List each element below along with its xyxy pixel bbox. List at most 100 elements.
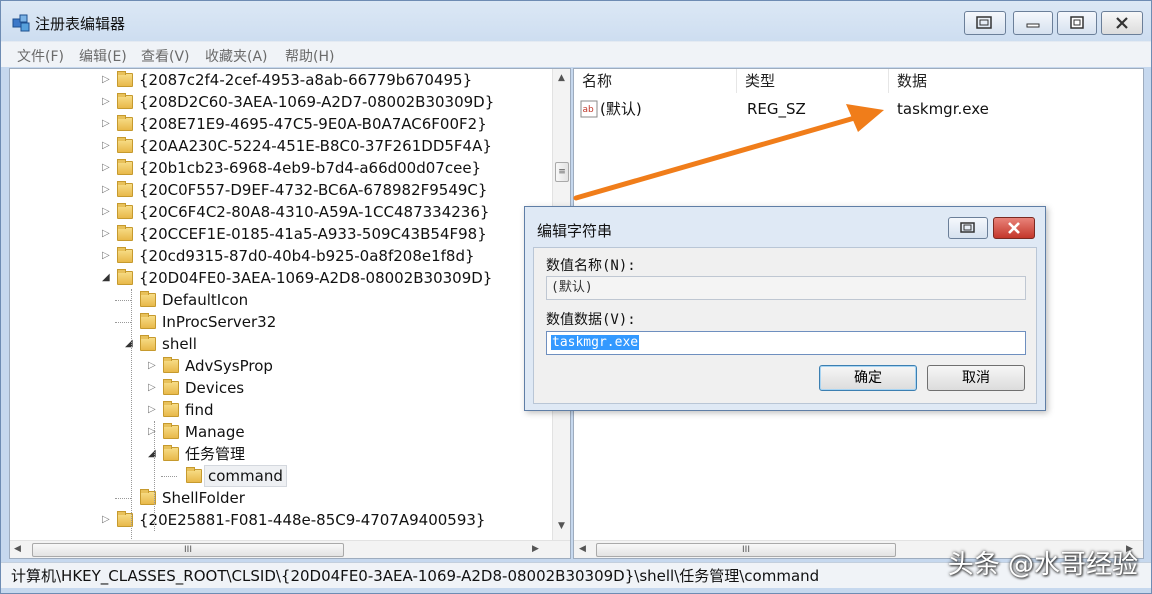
- collapsed-triangle-icon[interactable]: ▷: [148, 404, 158, 416]
- tree-item-label: command: [204, 465, 287, 487]
- tree-item[interactable]: command: [10, 465, 550, 487]
- value-name: (默认): [600, 100, 642, 118]
- tree-connector-line: [115, 498, 131, 499]
- folder-icon: [117, 203, 133, 219]
- tree-connector-line: [115, 322, 131, 323]
- folder-icon: [163, 379, 179, 395]
- maximize-button[interactable]: [1057, 11, 1097, 35]
- tree-item-label: {208E71E9-4695-47C5-9E0A-B0A7AC6F00F2}: [139, 115, 487, 133]
- minimize-button[interactable]: [1013, 11, 1053, 35]
- column-name[interactable]: 名称: [574, 69, 737, 93]
- list-hscroll-thumb[interactable]: III: [596, 543, 896, 557]
- value-data-selection: taskmgr.exe: [551, 335, 640, 350]
- menu-help[interactable]: 帮助(H): [285, 46, 334, 66]
- tree-connector-line: [154, 421, 155, 531]
- collapsed-triangle-icon[interactable]: ▷: [102, 118, 112, 130]
- menu-view[interactable]: 查看(V): [141, 46, 190, 66]
- tree-item[interactable]: ◢ shell: [10, 333, 550, 355]
- tree-item-label: Devices: [185, 379, 245, 397]
- collapsed-triangle-icon[interactable]: ▷: [102, 162, 112, 174]
- edit-string-dialog: 编辑字符串 数值名称(N): (默认) 数值数据(V): taskmgr.exe…: [524, 206, 1046, 411]
- tree-item-label: find: [185, 401, 214, 419]
- collapsed-triangle-icon[interactable]: ▷: [148, 426, 158, 438]
- tree-item[interactable]: ▷ AdvSysProp: [10, 355, 550, 377]
- column-data[interactable]: 数据: [889, 69, 1144, 93]
- scroll-left-arrow-icon[interactable]: ◀: [14, 544, 21, 554]
- folder-icon: [163, 357, 179, 373]
- value-data-label: 数值数据(V):: [546, 312, 636, 328]
- list-scroll-left-arrow-icon[interactable]: ◀: [579, 544, 586, 554]
- tree-item[interactable]: ▷ {20CCEF1E-0185-41a5-A933-509C43B54F98}: [10, 223, 550, 245]
- tree-item[interactable]: ▷ Manage: [10, 421, 550, 443]
- tree-item-label: DefaultIcon: [162, 291, 249, 309]
- dialog-close-button[interactable]: [993, 217, 1035, 239]
- tree-item[interactable]: ▷ {20C0F557-D9EF-4732-BC6A-678982F9549C}: [10, 179, 550, 201]
- expanded-triangle-icon[interactable]: ◢: [102, 272, 112, 284]
- tree-item[interactable]: ▷ {20C6F4C2-80A8-4310-A59A-1CC487334236}: [10, 201, 550, 223]
- tree-connector-line: [115, 300, 131, 301]
- collapsed-triangle-icon[interactable]: ▷: [102, 140, 112, 152]
- tree-item[interactable]: ShellFolder: [10, 487, 550, 509]
- cancel-button[interactable]: 取消: [927, 365, 1025, 391]
- folder-icon: [117, 71, 133, 87]
- tree-item-label: Manage: [185, 423, 245, 441]
- tree-item[interactable]: ▷ {20b1cb23-6968-4eb9-b7d4-a66d00d07cee}: [10, 157, 550, 179]
- folder-icon: [186, 467, 202, 483]
- collapsed-triangle-icon[interactable]: ▷: [102, 206, 112, 218]
- collapsed-triangle-icon[interactable]: ▷: [102, 184, 112, 196]
- value-row-default[interactable]: ab (默认) REG_SZ taskmgr.exe: [580, 97, 1140, 121]
- expanded-triangle-icon[interactable]: ◢: [125, 338, 135, 350]
- menu-edit[interactable]: 编辑(E): [79, 46, 127, 66]
- tree-item[interactable]: InProcServer32: [10, 311, 550, 333]
- collapsed-triangle-icon[interactable]: ▷: [102, 96, 112, 108]
- folder-icon: [117, 181, 133, 197]
- title-bar[interactable]: 注册表编辑器: [1, 1, 1151, 41]
- tree-item[interactable]: ▷ {20E25881-F081-448e-85C9-4707A9400593}: [10, 509, 550, 531]
- svg-text:ab: ab: [583, 105, 595, 115]
- tree-connector-line: [161, 476, 177, 477]
- collapsed-triangle-icon[interactable]: ▷: [102, 74, 112, 86]
- tree-item[interactable]: DefaultIcon: [10, 289, 550, 311]
- tree-item-label: {20D04FE0-3AEA-1069-A2D8-08002B30309D}: [139, 269, 493, 287]
- column-type[interactable]: 类型: [737, 69, 889, 93]
- tree-item[interactable]: ▷ {2087c2f4-2cef-4953-a8ab-66779b670495}: [10, 69, 550, 91]
- value-name-field: (默认): [546, 276, 1026, 300]
- close-button[interactable]: [1101, 11, 1143, 35]
- tree-horizontal-scrollbar[interactable]: ◀ III ▶: [10, 540, 570, 558]
- scroll-up-arrow-icon[interactable]: ▲: [558, 73, 565, 83]
- restore-icon: [976, 16, 992, 29]
- menu-favorites[interactable]: 收藏夹(A): [205, 46, 268, 66]
- tree-vscroll-thumb[interactable]: ≡: [555, 162, 569, 182]
- tree-item[interactable]: ▷ find: [10, 399, 550, 421]
- tree-item-label: {20C6F4C2-80A8-4310-A59A-1CC487334236}: [139, 203, 490, 221]
- dialog-title: 编辑字符串: [537, 222, 613, 240]
- tree-item[interactable]: ◢ 任务管理: [10, 443, 550, 465]
- menu-file[interactable]: 文件(F): [17, 46, 64, 66]
- key-tree-pane[interactable]: ▷ {2087c2f4-2cef-4953-a8ab-66779b670495} ▷…: [9, 68, 571, 559]
- tree-item[interactable]: ▷ {208E71E9-4695-47C5-9E0A-B0A7AC6F00F2}: [10, 113, 550, 135]
- collapsed-triangle-icon[interactable]: ▷: [102, 228, 112, 240]
- dialog-restore-button[interactable]: [948, 217, 988, 239]
- restore-window-button[interactable]: [964, 11, 1006, 35]
- value-data-input[interactable]: taskmgr.exe: [546, 331, 1026, 355]
- ok-button[interactable]: 确定: [819, 365, 917, 391]
- scroll-right-arrow-icon[interactable]: ▶: [532, 544, 539, 554]
- collapsed-triangle-icon[interactable]: ▷: [102, 250, 112, 262]
- tree-item-label: {20cd9315-87d0-40b4-b925-0a8f208e1f8d}: [139, 247, 475, 265]
- tree-hscroll-thumb[interactable]: III: [32, 543, 344, 557]
- tree-item[interactable]: ▷ {20AA230C-5224-451E-B8C0-37F261DD5F4A}: [10, 135, 550, 157]
- folder-icon: [117, 159, 133, 175]
- scroll-down-arrow-icon[interactable]: ▼: [558, 521, 565, 531]
- watermark: 头条 @水哥经验: [947, 550, 1138, 580]
- expanded-triangle-icon[interactable]: ◢: [148, 448, 158, 460]
- collapsed-triangle-icon[interactable]: ▷: [148, 360, 158, 372]
- folder-icon: [140, 335, 156, 351]
- tree-item[interactable]: ▷ Devices: [10, 377, 550, 399]
- tree-item-label: {20CCEF1E-0185-41a5-A933-509C43B54F98}: [139, 225, 487, 243]
- tree-item[interactable]: ▷ {20cd9315-87d0-40b4-b925-0a8f208e1f8d}: [10, 245, 550, 267]
- folder-icon: [117, 137, 133, 153]
- tree-item[interactable]: ◢ {20D04FE0-3AEA-1069-A2D8-08002B30309D}: [10, 267, 550, 289]
- collapsed-triangle-icon[interactable]: ▷: [148, 382, 158, 394]
- tree-item[interactable]: ▷ {208D2C60-3AEA-1069-A2D7-08002B30309D}: [10, 91, 550, 113]
- collapsed-triangle-icon[interactable]: ▷: [102, 514, 112, 526]
